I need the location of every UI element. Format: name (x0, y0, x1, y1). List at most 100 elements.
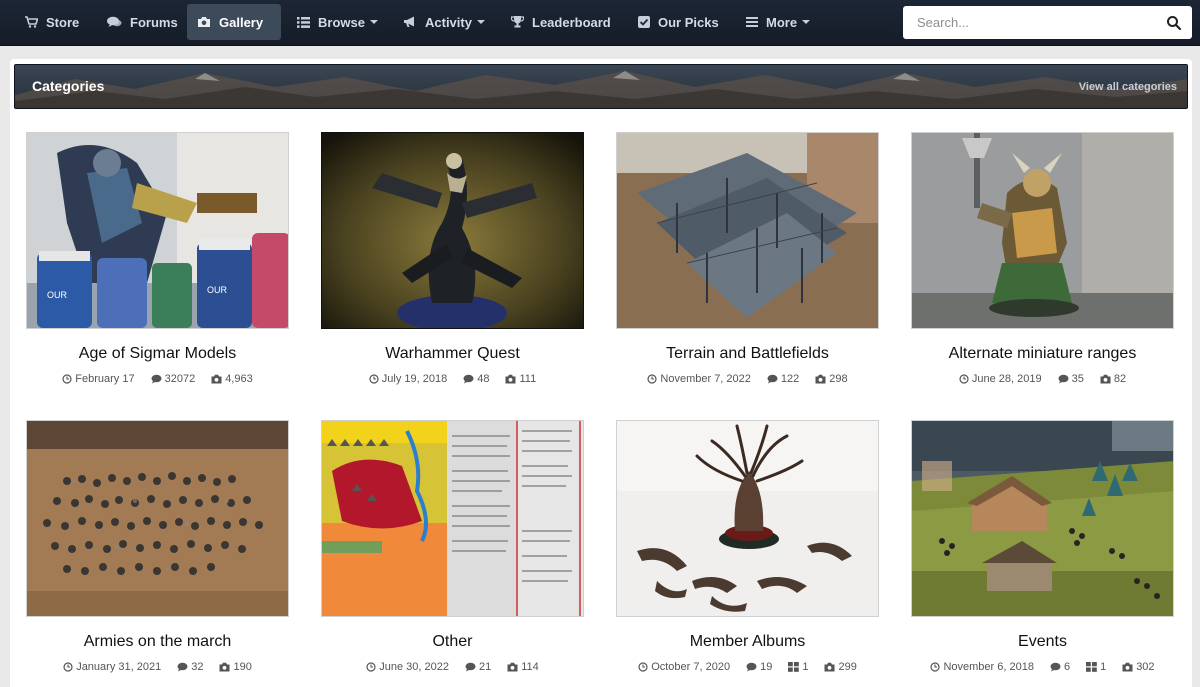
mountain-banner (15, 65, 1187, 108)
albums-icon (1086, 662, 1097, 672)
comment-icon (177, 662, 188, 672)
category-albums: 1 (802, 661, 809, 673)
category-comments: 122 (780, 373, 800, 385)
category-card: Armies on the march January 31, 2021 32 … (26, 420, 289, 684)
search-icon[interactable] (1166, 15, 1182, 31)
svg-text:OUR: OUR (47, 290, 68, 300)
category-images: 82 (1113, 373, 1127, 385)
nav-store-label: Store (46, 14, 80, 30)
category-thumbnail[interactable] (321, 132, 584, 329)
nav-browse[interactable]: Browse (287, 4, 388, 40)
category-date: November 7, 2022 (660, 373, 751, 385)
category-thumbnail[interactable] (616, 132, 879, 329)
category-comments: 32 (191, 661, 204, 673)
category-card: Events November 6, 2018 6 1 302 (911, 420, 1174, 684)
nav-activity[interactable]: Activity (393, 4, 495, 40)
clock-icon (366, 662, 376, 672)
panel-header: Categories View all categories (14, 64, 1188, 109)
category-card: OUR OUR Age of Sigmar Models February 17… (26, 132, 289, 396)
category-title[interactable]: Terrain and Battlefields (616, 345, 879, 363)
category-date: June 28, 2019 (971, 373, 1042, 385)
comment-icon (1050, 662, 1061, 672)
trophy-icon (511, 16, 524, 28)
list-icon (297, 16, 310, 28)
nav-our-picks[interactable]: Our Picks (628, 4, 729, 40)
search-box (903, 6, 1192, 39)
camera-icon (219, 662, 230, 672)
nav-more[interactable]: More (736, 4, 820, 40)
nav-forums[interactable]: Forums (97, 4, 188, 40)
top-navigation: Store Forums Gallery Browse Activity Lea… (0, 0, 1200, 46)
category-meta: October 7, 2020 19 1 299 (616, 661, 879, 673)
category-card: Terrain and Battlefields November 7, 202… (616, 132, 879, 396)
clock-icon (647, 374, 657, 384)
comment-icon (463, 374, 474, 384)
nav-our-picks-label: Our Picks (658, 14, 719, 30)
category-images: 4,963 (225, 373, 253, 385)
view-all-categories-link[interactable]: View all categories (1079, 81, 1177, 93)
category-thumbnail[interactable]: OUR OUR (26, 132, 289, 329)
category-thumbnail[interactable] (911, 420, 1174, 617)
menu-icon (746, 17, 758, 27)
camera-icon (1100, 374, 1111, 384)
nav-gallery-label: Gallery (219, 14, 264, 30)
category-thumbnail[interactable] (321, 420, 584, 617)
chevron-down-icon (802, 20, 811, 24)
category-date: July 19, 2018 (381, 373, 448, 385)
category-images: 111 (519, 373, 537, 385)
category-meta: June 30, 2022 21 114 (321, 661, 584, 673)
nav-store[interactable]: Store (15, 4, 89, 40)
category-card: Alternate miniature ranges June 28, 2019… (911, 132, 1174, 396)
category-date: June 30, 2022 (379, 661, 449, 673)
chevron-down-icon (369, 20, 378, 24)
panel-title: Categories (32, 78, 105, 94)
clock-icon (638, 662, 648, 672)
category-title[interactable]: Armies on the march (26, 633, 289, 651)
comment-icon (767, 374, 778, 384)
category-date: February 17 (75, 373, 135, 385)
category-images: 190 (233, 661, 252, 673)
category-title[interactable]: Other (321, 633, 584, 651)
category-comments: 48 (477, 373, 490, 385)
category-meta: November 7, 2022 122 298 (616, 373, 879, 385)
category-comments: 35 (1071, 373, 1084, 385)
nav-activity-label: Activity (425, 14, 472, 30)
category-meta: February 17 32072 4,963 (26, 373, 289, 385)
category-card: Member Albums October 7, 2020 19 1 299 (616, 420, 879, 684)
search-input[interactable] (903, 7, 1153, 38)
category-date: January 31, 2021 (76, 661, 162, 673)
forums-icon (107, 16, 122, 27)
category-title[interactable]: Warhammer Quest (321, 345, 584, 363)
category-title[interactable]: Alternate miniature ranges (911, 345, 1174, 363)
clock-icon (959, 374, 969, 384)
category-meta: November 6, 2018 6 1 302 (911, 661, 1174, 673)
category-images: 302 (1136, 661, 1155, 673)
category-thumbnail[interactable] (26, 420, 289, 617)
category-date: October 7, 2020 (651, 661, 731, 673)
clock-icon (930, 662, 941, 672)
svg-text:OUR: OUR (207, 285, 228, 295)
store-icon (25, 16, 38, 28)
clock-icon (62, 374, 72, 384)
category-card: Warhammer Quest July 19, 2018 48 111 (321, 132, 584, 396)
nav-leaderboard[interactable]: Leaderboard (501, 4, 621, 40)
nav-gallery[interactable]: Gallery (187, 4, 281, 40)
category-images: 298 (829, 373, 848, 385)
camera-icon (507, 662, 518, 672)
nav-browse-label: Browse (318, 14, 365, 30)
category-meta: January 31, 2021 32 190 (26, 661, 289, 673)
comment-icon (1058, 374, 1069, 384)
category-images: 114 (521, 661, 539, 673)
category-meta: July 19, 2018 48 111 (321, 373, 584, 385)
camera-icon (211, 374, 222, 384)
category-comments: 21 (478, 661, 492, 673)
category-thumbnail[interactable] (911, 132, 1174, 329)
category-title[interactable]: Events (911, 633, 1174, 651)
camera-icon (505, 374, 516, 384)
category-title[interactable]: Age of Sigmar Models (26, 345, 289, 363)
comment-icon (746, 662, 757, 672)
category-thumbnail[interactable] (616, 420, 879, 617)
megaphone-icon (404, 16, 414, 27)
category-title[interactable]: Member Albums (616, 633, 879, 651)
checkbox-icon (638, 16, 650, 28)
